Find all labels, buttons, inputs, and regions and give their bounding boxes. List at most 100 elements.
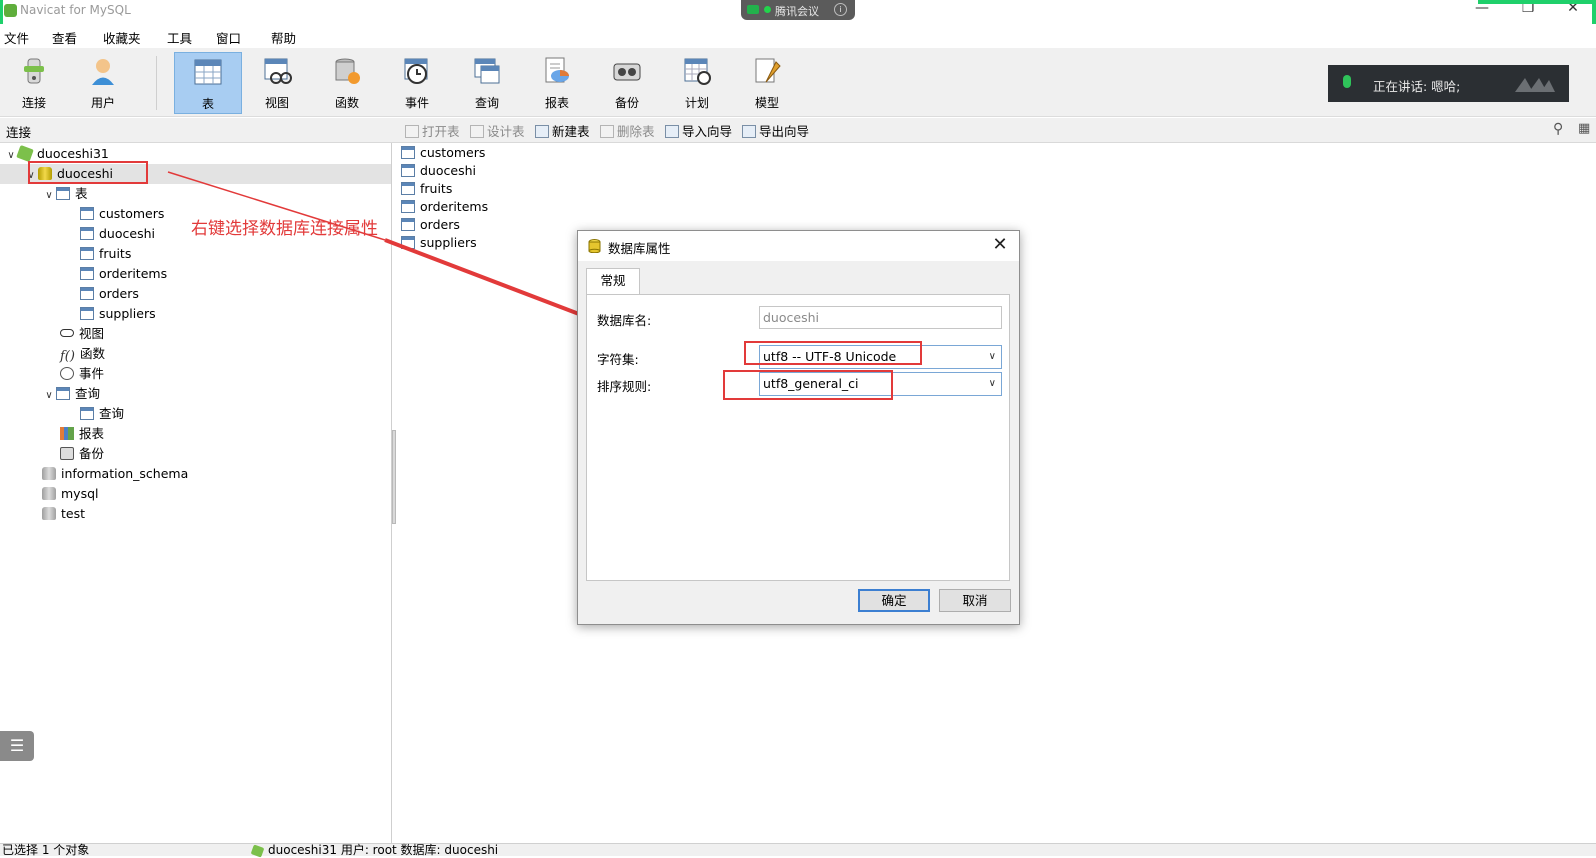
model-icon <box>755 58 781 83</box>
report-icon <box>60 427 74 440</box>
table-icon <box>194 59 222 85</box>
database-icon <box>42 487 56 500</box>
table-icon <box>80 307 94 320</box>
collation-label: 排序规则: <box>597 379 652 394</box>
menu-view[interactable]: 查看 <box>52 28 77 47</box>
view-icon <box>264 58 292 84</box>
chevron-down-icon: ∨ <box>988 351 996 362</box>
list-table-item[interactable]: fruits <box>401 180 452 198</box>
connection-icon <box>250 844 265 858</box>
tree-table-item[interactable]: customers <box>80 204 164 224</box>
toolbar-table-button[interactable]: 表 <box>174 52 242 114</box>
charset-label: 字符集: <box>597 352 639 367</box>
table-icon <box>80 287 94 300</box>
tree-queries-folder[interactable]: ∨ 查询 <box>42 384 100 404</box>
annotation-text: 右键选择数据库连接属性 <box>191 219 378 239</box>
tree-table-item[interactable]: fruits <box>80 244 131 264</box>
view-icon <box>60 329 74 337</box>
toolbar-view-button[interactable]: 视图 <box>244 52 310 112</box>
ok-button[interactable]: 确定 <box>858 589 930 612</box>
db-name-field[interactable]: duoceshi <box>759 306 1002 329</box>
navicat-logo-icon <box>4 4 17 17</box>
design-table-button[interactable]: 设计表 <box>470 121 525 139</box>
connection-icon <box>24 58 44 84</box>
info-icon[interactable]: i <box>834 3 847 16</box>
chevron-down-icon: ∨ <box>988 378 996 389</box>
table-folder-icon <box>56 187 70 200</box>
tree-table-item[interactable]: suppliers <box>80 304 156 324</box>
menu-tools[interactable]: 工具 <box>167 28 192 47</box>
tree-database[interactable]: test <box>42 504 85 524</box>
backup-icon <box>60 447 74 460</box>
toolbar-report-button[interactable]: 报表 <box>524 52 590 112</box>
meeting-watermark-logo-icon <box>1515 78 1555 92</box>
tree-table-item[interactable]: orders <box>80 284 139 304</box>
menu-window[interactable]: 窗口 <box>216 28 241 47</box>
tree-table-item[interactable]: duoceshi <box>80 224 155 244</box>
chevron-down-icon[interactable]: ∨ <box>42 386 56 406</box>
list-table-item[interactable]: customers <box>401 144 485 162</box>
chevron-down-icon[interactable]: ∨ <box>42 186 56 206</box>
toolbar-separator <box>156 56 157 110</box>
open-table-button[interactable]: 打开表 <box>405 121 460 139</box>
list-table-item[interactable]: orders <box>401 216 460 234</box>
screen-share-border <box>1478 0 1596 4</box>
import-wizard-button[interactable]: 导入向导 <box>665 121 732 139</box>
grid-view-icon[interactable]: ▦ <box>1578 121 1594 137</box>
speaking-text: 正在讲话: 嗯哈; <box>1373 79 1461 94</box>
table-icon <box>401 164 415 177</box>
search-icon[interactable]: ⚲ <box>1553 121 1569 137</box>
toolbar-event-button[interactable]: 事件 <box>384 52 450 112</box>
menu-help[interactable]: 帮助 <box>271 28 296 47</box>
list-menu-icon[interactable]: ☰ <box>0 731 34 761</box>
menu-file[interactable]: 文件 <box>4 28 29 47</box>
design-table-icon <box>470 125 484 138</box>
tab-general[interactable]: 常规 <box>586 268 640 295</box>
connection-pane-header: 连接 <box>6 125 32 140</box>
toolbar-backup-button[interactable]: 备份 <box>594 52 660 112</box>
toolbar-connection-button[interactable]: 连接 <box>1 52 67 112</box>
menu-favorites[interactable]: 收藏夹 <box>103 28 141 47</box>
dialog-close-icon[interactable]: ✕ <box>988 234 1012 258</box>
tree-database[interactable]: mysql <box>42 484 99 504</box>
annotation-highlight-collation <box>723 370 893 400</box>
backup-icon <box>613 63 641 81</box>
export-wizard-button[interactable]: 导出向导 <box>742 121 809 139</box>
connection-icon <box>16 144 34 163</box>
tree-reports[interactable]: 报表 <box>60 424 104 444</box>
meeting-indicator[interactable]: 腾讯会议 i <box>741 0 855 20</box>
cancel-button[interactable]: 取消 <box>939 589 1011 612</box>
toolbar-schedule-button[interactable]: 计划 <box>664 52 730 112</box>
tree-query-item[interactable]: 查询 <box>80 404 124 424</box>
delete-table-button[interactable]: 删除表 <box>600 121 655 139</box>
event-icon <box>60 367 74 380</box>
event-icon <box>404 58 428 84</box>
db-name-label: 数据库名: <box>597 313 652 328</box>
toolbar-model-button[interactable]: 模型 <box>734 52 800 112</box>
list-table-item[interactable]: duoceshi <box>401 162 476 180</box>
tree-views[interactable]: 视图 <box>60 324 104 344</box>
table-icon <box>401 146 415 159</box>
toolbar-user-button[interactable]: 用户 <box>70 52 136 112</box>
tree-table-item[interactable]: orderitems <box>80 264 167 284</box>
tree-backups[interactable]: 备份 <box>60 444 104 464</box>
user-icon <box>92 59 114 85</box>
tree-tables-folder[interactable]: ∨ 表 <box>42 184 87 206</box>
report-icon <box>545 57 569 83</box>
list-table-item[interactable]: suppliers <box>401 234 477 252</box>
panel-splitter[interactable] <box>392 430 396 524</box>
tree-functions[interactable]: f() 函数 <box>60 344 105 364</box>
annotation-highlight-charset <box>744 341 922 365</box>
toolbar-query-button[interactable]: 查询 <box>454 52 520 112</box>
toolbar-function-button[interactable]: 函数 <box>314 52 380 112</box>
meeting-label: 腾讯会议 <box>775 5 819 18</box>
table-icon <box>401 182 415 195</box>
list-table-item[interactable]: orderitems <box>401 198 488 216</box>
new-table-button[interactable]: 新建表 <box>535 121 590 139</box>
tree-database[interactable]: information_schema <box>42 464 188 484</box>
dialog-tab-panel <box>586 294 1010 581</box>
export-icon <box>742 125 756 138</box>
tree-events[interactable]: 事件 <box>60 364 104 384</box>
database-icon <box>42 467 56 480</box>
table-icon <box>80 207 94 220</box>
